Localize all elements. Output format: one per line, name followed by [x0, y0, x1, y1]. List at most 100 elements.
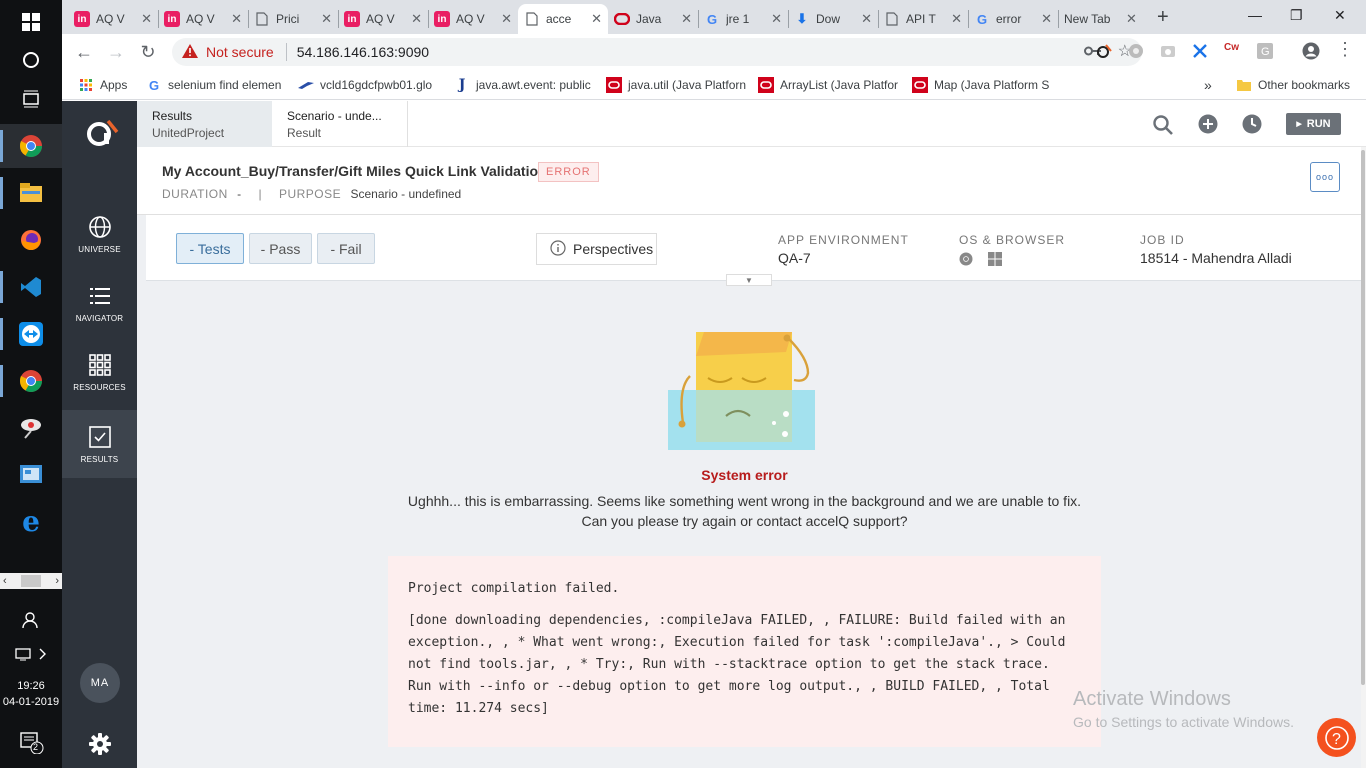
- network-icon[interactable]: [0, 634, 62, 674]
- invision-icon: in: [344, 11, 360, 27]
- extension-x-icon[interactable]: [1192, 43, 1208, 64]
- os-browser-icons: [959, 252, 1002, 271]
- app-tab-results[interactable]: Results UnitedProject: [137, 101, 272, 147]
- bookmark-item[interactable]: java.util (Java Platforn: [606, 76, 746, 94]
- more-options-button[interactable]: ooo: [1310, 162, 1340, 192]
- taskbar-chrome-2-icon[interactable]: [0, 359, 62, 403]
- browser-tab[interactable]: Prici ✕: [248, 4, 338, 34]
- results-summary-bar: - Tests - Pass - Fail Perspectives APP E…: [146, 215, 1361, 281]
- close-tab-icon[interactable]: ✕: [1041, 11, 1052, 27]
- filter-pass-button[interactable]: - Pass: [249, 233, 312, 264]
- filter-tests-button[interactable]: - Tests: [176, 233, 244, 264]
- chrome-menu-icon[interactable]: ⋮: [1336, 40, 1354, 58]
- app-tab-scenario[interactable]: Scenario - unde... Result: [272, 101, 408, 147]
- browser-tab[interactable]: in AQ V ✕: [158, 4, 248, 34]
- checkbox-icon: [88, 425, 111, 448]
- task-view-icon[interactable]: [0, 77, 62, 121]
- forward-icon[interactable]: →: [104, 40, 128, 64]
- sidebar-item-navigator[interactable]: NAVIGATOR: [62, 269, 137, 337]
- accelq-extension-icon[interactable]: [1096, 43, 1112, 64]
- close-tab-icon[interactable]: ✕: [591, 11, 602, 27]
- other-bookmarks[interactable]: Other bookmarks: [1236, 76, 1350, 94]
- back-icon[interactable]: ←: [72, 40, 96, 64]
- browser-tab[interactable]: Gjre 1 ✕: [698, 4, 788, 34]
- accelq-logo[interactable]: [84, 117, 120, 152]
- taskbar-control-panel-icon[interactable]: [0, 453, 62, 497]
- cortana-icon[interactable]: [0, 38, 62, 82]
- browser-tab[interactable]: acce ✕: [518, 4, 608, 34]
- scroll-right-icon[interactable]: ›: [55, 575, 59, 587]
- sidebar-item-results[interactable]: RESULTS: [62, 410, 137, 478]
- taskbar-chrome-icon[interactable]: [0, 124, 62, 168]
- taskbar-clock[interactable]: 19:26 04-01-2019: [0, 678, 62, 710]
- close-tab-icon[interactable]: ✕: [951, 11, 962, 27]
- bookmark-item[interactable]: Gselenium find elemen: [146, 76, 281, 94]
- taskbar-scrollbar[interactable]: ‹ ›: [0, 573, 62, 589]
- bookmark-label: java.awt.event: public: [476, 78, 591, 92]
- close-tab-icon[interactable]: ✕: [1126, 11, 1137, 27]
- taskbar-snipping-icon[interactable]: [0, 406, 62, 450]
- error-box-title: Project compilation failed.: [408, 581, 620, 596]
- page-title: My Account_Buy/Transfer/Gift Miles Quick…: [162, 163, 547, 179]
- extension-camera-icon[interactable]: [1160, 43, 1176, 64]
- browser-tab[interactable]: Gerror ✕: [968, 4, 1058, 34]
- browser-tab[interactable]: API T ✕: [878, 4, 968, 34]
- close-tab-icon[interactable]: ✕: [771, 11, 782, 27]
- close-tab-icon[interactable]: ✕: [681, 11, 692, 27]
- close-tab-icon[interactable]: ✕: [321, 11, 332, 27]
- close-tab-icon[interactable]: ✕: [411, 11, 422, 27]
- bookmark-item[interactable]: vcld16gdcfpwb01.glo: [298, 76, 432, 94]
- browser-tab[interactable]: New Tab ✕: [1058, 4, 1144, 34]
- browser-tab[interactable]: ⬇ Dow ✕: [788, 4, 878, 34]
- scroll-left-icon[interactable]: ‹: [3, 575, 7, 587]
- profile-icon[interactable]: [1302, 42, 1320, 65]
- help-icon[interactable]: ?: [1317, 718, 1356, 757]
- close-tab-icon[interactable]: ✕: [861, 11, 872, 27]
- add-icon[interactable]: [1198, 114, 1218, 139]
- avatar[interactable]: MA: [80, 663, 120, 703]
- filter-fail-button[interactable]: - Fail: [317, 233, 375, 264]
- bookmark-item[interactable]: Map (Java Platform S: [912, 76, 1049, 94]
- close-tab-icon[interactable]: ✕: [141, 11, 152, 27]
- taskbar-vscode-icon[interactable]: [0, 265, 62, 309]
- warning-icon[interactable]: [182, 43, 198, 61]
- bookmarks-more[interactable]: »: [1204, 76, 1212, 94]
- run-button[interactable]: ▶ RUN: [1286, 113, 1341, 135]
- browser-tab[interactable]: in AQ V ✕: [428, 4, 518, 34]
- bookmark-item[interactable]: Jjava.awt.event: public: [454, 76, 591, 94]
- bookmark-item[interactable]: Apps: [78, 76, 127, 94]
- settings-gear-icon[interactable]: [89, 733, 111, 760]
- sidebar-item-resources[interactable]: RESOURCES: [62, 338, 137, 406]
- extension-cw-icon[interactable]: Cw: [1224, 42, 1239, 53]
- taskbar-teamviewer-icon[interactable]: [0, 312, 62, 356]
- scrollbar-thumb[interactable]: [1361, 150, 1365, 685]
- close-window-icon[interactable]: ✕: [1334, 7, 1346, 24]
- search-icon[interactable]: [1153, 115, 1173, 140]
- extension-gray-icon[interactable]: [1128, 43, 1144, 64]
- page-scrollbar[interactable]: [1361, 147, 1366, 768]
- new-tab-plus-icon[interactable]: +: [1157, 6, 1169, 29]
- action-center-icon[interactable]: 2: [0, 720, 62, 764]
- expand-toggle-chevron-down-icon[interactable]: ▼: [726, 274, 772, 286]
- reload-icon[interactable]: ↻: [136, 40, 160, 64]
- extension-g-icon[interactable]: G: [1256, 42, 1274, 65]
- browser-tab[interactable]: Java ✕: [608, 4, 698, 34]
- security-label[interactable]: Not secure: [206, 44, 274, 60]
- close-tab-icon[interactable]: ✕: [501, 11, 512, 27]
- close-tab-icon[interactable]: ✕: [231, 11, 242, 27]
- minimize-window-icon[interactable]: —: [1248, 7, 1262, 23]
- windows-os-icon: [988, 252, 1002, 271]
- sidebar-item-universe[interactable]: UNIVERSE: [62, 200, 137, 268]
- restore-window-icon[interactable]: ❐: [1290, 7, 1303, 24]
- taskbar-ie-icon[interactable]: e: [0, 500, 62, 544]
- perspectives-button[interactable]: Perspectives: [536, 233, 657, 265]
- url-text[interactable]: 54.186.146.163:9090: [297, 44, 429, 60]
- bookmark-item[interactable]: ArrayList (Java Platfor: [758, 76, 898, 94]
- history-clock-icon[interactable]: [1242, 114, 1262, 139]
- browser-tab[interactable]: in AQ V ✕: [68, 4, 158, 34]
- browser-tab[interactable]: in AQ V ✕: [338, 4, 428, 34]
- taskbar-file-explorer-icon[interactable]: [0, 171, 62, 215]
- browser-tab-title: API T: [906, 12, 936, 26]
- address-bar[interactable]: Not secure 54.186.146.163:9090 ☆: [172, 38, 1142, 66]
- taskbar-firefox-icon[interactable]: [0, 218, 62, 262]
